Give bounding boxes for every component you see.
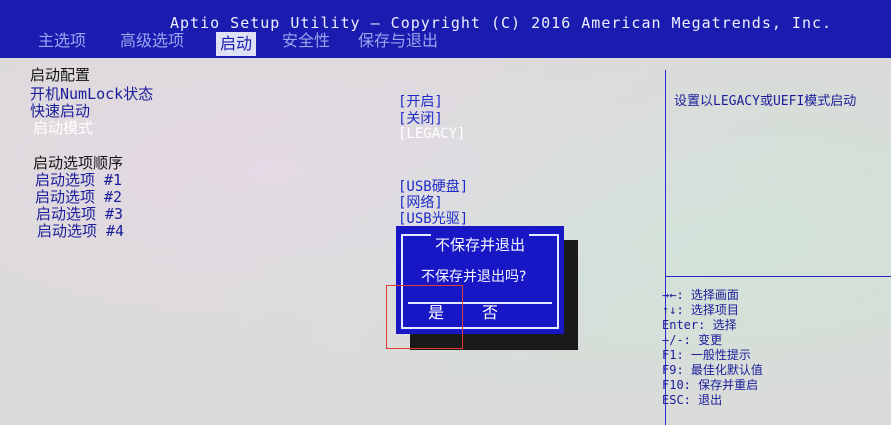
tab-security[interactable]: 安全性 — [278, 26, 334, 56]
boot-mode-value[interactable]: [LEGACY] — [398, 126, 465, 142]
help-text: 设置以LEGACY或UEFI模式启动 — [674, 94, 857, 109]
key-hint: F10: 保存并重启 — [662, 378, 759, 392]
key-hint: →←: 选择画面 — [662, 288, 739, 302]
red-highlight-box — [386, 285, 463, 349]
key-hint: Enter: 选择 — [662, 318, 737, 332]
fastboot-value[interactable]: [关闭] — [398, 108, 443, 128]
boot-config-heading: 启动配置 — [30, 66, 91, 84]
tab-save-exit[interactable]: 保存与退出 — [354, 26, 442, 56]
tab-bar: 主选项 高级选项 启动 安全性 保存与退出 — [0, 26, 891, 58]
bios-screen: Aptio Setup Utility – Copyright (C) 2016… — [0, 0, 891, 425]
boot-mode-label[interactable]: 启动模式 — [33, 117, 93, 138]
key-hint: ↑↓: 选择项目 — [662, 303, 739, 317]
key-hint: F9: 最佳化默认值 — [662, 363, 763, 377]
key-legend: →←: 选择画面 ↑↓: 选择项目 Enter: 选择 +/-: 变更 F1: … — [662, 288, 763, 408]
dialog-title: 不保存并退出 — [431, 234, 530, 255]
boot-option-3-value[interactable]: [USB光驱] — [398, 208, 468, 228]
boot-option-4-label[interactable]: 启动选项 #4 — [37, 220, 124, 241]
dialog-message: 不保存并退出吗? — [421, 269, 527, 285]
header-bar: Aptio Setup Utility – Copyright (C) 2016… — [0, 0, 891, 58]
tab-advanced[interactable]: 高级选项 — [116, 26, 188, 56]
key-hint: +/-: 变更 — [662, 333, 723, 347]
tab-main[interactable]: 主选项 — [34, 26, 90, 56]
no-button[interactable]: 否 — [482, 299, 498, 323]
help-divider — [666, 276, 891, 277]
key-hint: F1: 一般性提示 — [662, 348, 751, 362]
tab-boot[interactable]: 启动 — [216, 32, 257, 56]
key-hint: ESC: 退出 — [662, 393, 723, 407]
